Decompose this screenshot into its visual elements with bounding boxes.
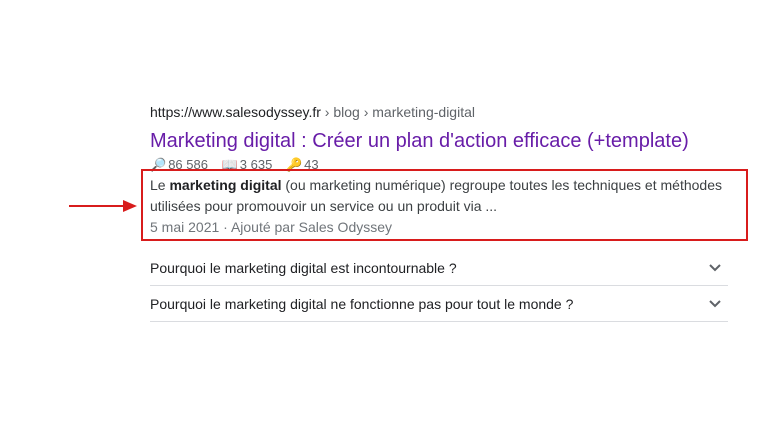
faq-item[interactable]: Pourquoi le marketing digital est incont… — [150, 250, 728, 286]
snippet-keyword: marketing digital — [169, 177, 282, 193]
result-title-link[interactable]: Marketing digital : Créer un plan d'acti… — [150, 128, 689, 154]
faq-item[interactable]: Pourquoi le marketing digital ne fonctio… — [150, 286, 728, 322]
result-path: › blog › marketing-digital — [320, 104, 475, 120]
snippet-text: Le marketing digital (ou marketing numér… — [150, 175, 745, 217]
arrow-right-icon — [69, 200, 137, 212]
chevron-down-icon[interactable] — [708, 297, 722, 311]
chevron-down-icon[interactable] — [708, 261, 722, 275]
result-domain[interactable]: https://www.salesodyssey.fr — [150, 104, 321, 120]
faq-question: Pourquoi le marketing digital ne fonctio… — [150, 295, 574, 312]
snippet-prefix: Le — [150, 177, 170, 193]
result-snippet: Le marketing digital (ou marketing numér… — [150, 175, 745, 238]
result-breadcrumb[interactable]: https://www.salesodyssey.fr › blog › mar… — [150, 102, 750, 122]
snippet-date: 5 mai 2021 · Ajouté par Sales Odyssey — [150, 219, 393, 235]
faq-question: Pourquoi le marketing digital est incont… — [150, 259, 457, 276]
people-also-ask: Pourquoi le marketing digital est incont… — [150, 250, 728, 322]
search-result: https://www.salesodyssey.fr › blog › mar… — [150, 102, 750, 173]
